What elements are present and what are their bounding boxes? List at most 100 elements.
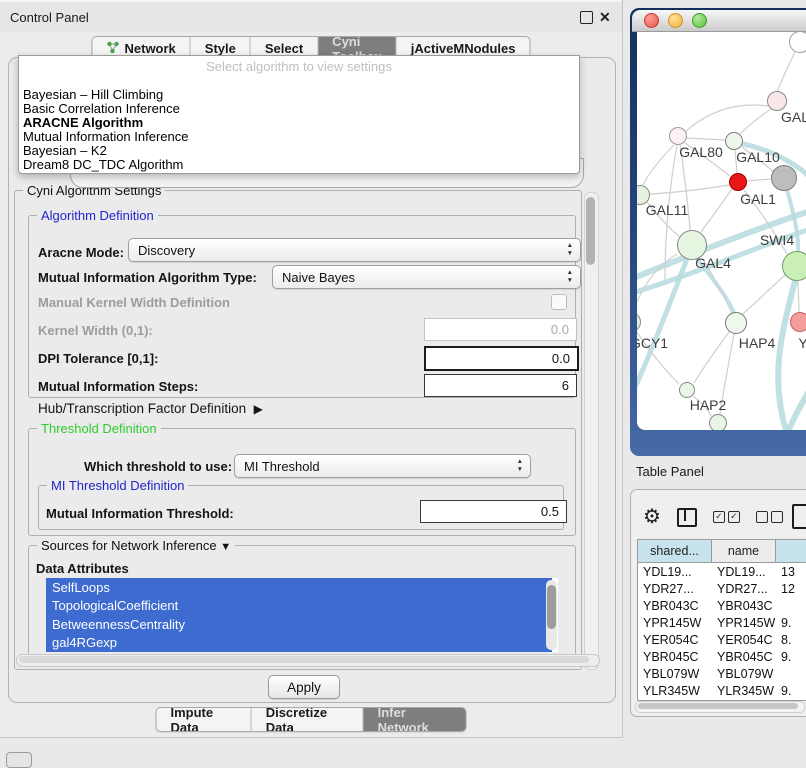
table-cell: YLR345W <box>712 682 776 699</box>
scrollbar-thumb[interactable] <box>586 197 595 265</box>
network-node[interactable] <box>790 312 806 332</box>
attribute-list-item[interactable]: BetweennessCentrality <box>46 615 552 634</box>
network-node[interactable] <box>725 132 743 150</box>
close-traffic-light[interactable] <box>644 13 659 28</box>
settings-horizontal-scrollbar[interactable] <box>16 654 600 667</box>
network-node[interactable] <box>669 127 687 145</box>
minimize-traffic-light[interactable] <box>668 13 683 28</box>
data-attributes-list: SelfLoopsTopologicalCoefficientBetweenne… <box>46 578 558 652</box>
table-cell: YDR27... <box>638 580 712 597</box>
algorithm-option[interactable]: Basic Correlation Inference <box>23 102 575 116</box>
algorithm-option[interactable]: Bayesian – Hill Climbing <box>23 88 575 102</box>
network-node[interactable] <box>771 165 797 191</box>
table-row[interactable]: YBR045CYBR045C9. <box>638 648 806 665</box>
table-cell: 13 <box>776 563 806 580</box>
aracne-mode-select[interactable]: Discovery ▲▼ <box>128 238 581 262</box>
tab-impute-data[interactable]: Impute Data <box>157 708 251 731</box>
table-header-row: shared...name <box>638 540 806 563</box>
table-cell: 9. <box>776 648 806 665</box>
network-node[interactable] <box>789 32 806 53</box>
panel-title: Control Panel <box>10 10 89 25</box>
columns-icon[interactable] <box>677 508 697 527</box>
collapse-down-icon[interactable]: ▼ <box>220 541 231 553</box>
group-title: MI Threshold Definition <box>47 478 188 493</box>
table-cell: YBR043C <box>638 597 712 614</box>
which-threshold-select[interactable]: MI Threshold ▲▼ <box>234 454 531 478</box>
close-icon[interactable]: ✕ <box>599 9 611 26</box>
gear-icon[interactable]: ⚙ <box>643 507 661 527</box>
table-row[interactable]: YLR345WYLR345W9. <box>638 682 806 699</box>
table-panel-window: ⚙ ✓✓ shared...name YDL19...YDL19...13YDR… <box>630 489 806 717</box>
table-cell: YBL079W <box>712 665 776 682</box>
network-node-label: GAL1 <box>740 191 776 207</box>
table-cell <box>776 665 806 682</box>
table-horizontal-scrollbar[interactable] <box>635 701 805 713</box>
column-header[interactable]: name <box>712 540 776 562</box>
attribute-list-item[interactable]: gal4RGexp <box>46 634 552 653</box>
table-cell: YER054C <box>712 631 776 648</box>
table-row[interactable]: YPR145WYPR145W9. <box>638 614 806 631</box>
unselect-all-icon[interactable] <box>756 511 783 523</box>
expand-right-icon: ▶ <box>254 402 263 416</box>
network-canvas[interactable]: GALGAL80GAL10GAL1GAL11SWI4GAL4GCY1HAP4YH… <box>637 32 806 430</box>
attribute-list-item[interactable]: TopologicalCoefficient <box>46 597 552 616</box>
network-node[interactable] <box>729 173 747 191</box>
table-row[interactable]: YDR27...YDR27...12 <box>638 580 806 597</box>
algorithm-option[interactable]: Dream8 DC_TDC Algorithm <box>23 158 575 172</box>
dpi-tolerance-label: DPI Tolerance [0,1]: <box>38 351 158 366</box>
network-node-label: GAL4 <box>695 255 731 271</box>
table-row[interactable]: YDL19...YDL19...13 <box>638 563 806 580</box>
network-node[interactable] <box>767 91 787 111</box>
dpi-tolerance-input[interactable]: 0.0 <box>424 346 579 371</box>
scrollbar-thumb[interactable] <box>19 656 589 663</box>
kernel-width-input[interactable]: 0.0 <box>424 318 577 341</box>
tab-label: Network <box>124 41 175 56</box>
network-window-titlebar[interactable] <box>632 10 806 32</box>
settings-vertical-scrollbar[interactable] <box>584 192 599 670</box>
mi-threshold-input[interactable]: 0.5 <box>420 500 567 523</box>
combo-arrows-icon: ▲▼ <box>567 242 573 258</box>
table-cell: YBR045C <box>712 648 776 665</box>
table-row[interactable]: YBL079WYBL079W <box>638 665 806 682</box>
algorithm-option[interactable]: ARACNE Algorithm <box>23 116 575 130</box>
network-node[interactable] <box>709 414 727 430</box>
table-panel-title: Table Panel <box>636 464 704 479</box>
document-icon[interactable] <box>792 504 806 529</box>
tab-infer-network[interactable]: Infer Network <box>363 708 466 731</box>
column-header[interactable]: shared... <box>638 540 712 562</box>
table-cell: YLR345W <box>638 682 712 699</box>
cut-off-button[interactable] <box>6 752 32 768</box>
table-toolbar: ⚙ ✓✓ <box>643 502 806 532</box>
list-scrollbar[interactable] <box>546 580 557 650</box>
tab-discretize-data[interactable]: Discretize Data <box>251 708 363 731</box>
table-cell: YBR043C <box>712 597 776 614</box>
manual-kernel-width-label: Manual Kernel Width Definition <box>38 295 230 310</box>
column-header[interactable] <box>776 540 806 562</box>
mi-steps-input[interactable]: 6 <box>424 374 577 397</box>
network-view-window: GALGAL80GAL10GAL1GAL11SWI4GAL4GCY1HAP4YH… <box>630 8 806 456</box>
table-row[interactable]: YBR043CYBR043C <box>638 597 806 614</box>
kernel-width-label: Kernel Width (0,1): <box>38 323 153 338</box>
table-cell: YDR27... <box>712 580 776 597</box>
zoom-traffic-light[interactable] <box>692 13 707 28</box>
float-window-icon[interactable] <box>580 11 593 24</box>
scrollbar-thumb[interactable] <box>547 585 556 629</box>
hub-definition-toggle[interactable]: Hub/Transcription Factor Definition ▶ <box>38 401 263 416</box>
scrollbar-thumb[interactable] <box>638 703 798 709</box>
table-cell: 12 <box>776 580 806 597</box>
network-node[interactable] <box>679 382 695 398</box>
mi-algorithm-type-select[interactable]: Naive Bayes ▲▼ <box>272 265 581 289</box>
attribute-list-item[interactable]: SelfLoops <box>46 578 552 597</box>
network-node[interactable] <box>782 251 806 281</box>
apply-button[interactable]: Apply <box>268 675 340 699</box>
combo-arrows-icon: ▲▼ <box>567 269 573 285</box>
select-all-icon[interactable]: ✓✓ <box>713 511 740 523</box>
table-cell: 9. <box>776 682 806 699</box>
manual-kernel-width-checkbox[interactable] <box>551 294 567 310</box>
mi-steps-label: Mutual Information Steps: <box>38 379 198 394</box>
network-node[interactable] <box>725 312 747 334</box>
algorithm-option[interactable]: Mutual Information Inference <box>23 130 575 144</box>
control-panel-window: Control Panel ✕ Network Style Select <box>0 0 623 738</box>
table-row[interactable]: YER054CYER054C8. <box>638 631 806 648</box>
algorithm-option[interactable]: Bayesian – K2 <box>23 144 575 158</box>
